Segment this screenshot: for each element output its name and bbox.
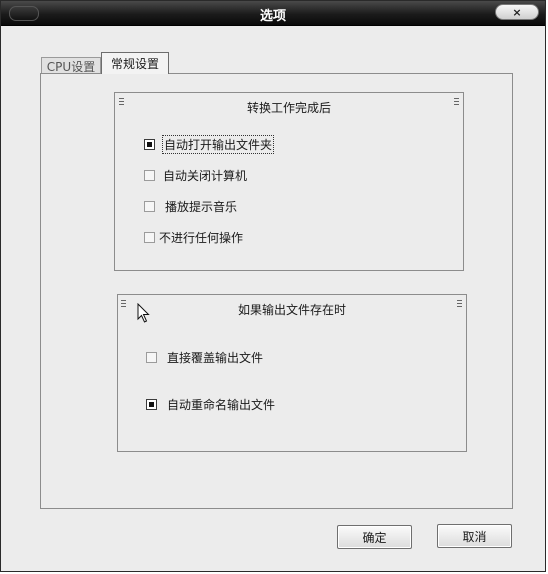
option-do-nothing[interactable]: 不进行任何操作 <box>144 229 243 246</box>
ok-button[interactable]: 确定 <box>337 525 412 549</box>
option-shutdown-computer[interactable]: 自动关闭计算机 <box>144 167 247 184</box>
ok-button-label: 确定 <box>362 530 387 545</box>
close-icon: × <box>512 5 522 19</box>
option-label: 自动重命名输出文件 <box>167 398 276 412</box>
tab-general-settings-label: 常规设置 <box>110 57 159 71</box>
group-title: 转换工作完成后 <box>246 101 331 115</box>
option-overwrite-output[interactable]: 直接覆盖输出文件 <box>146 349 263 366</box>
checkbox-open-output-folder[interactable] <box>144 139 155 150</box>
checkbox-do-nothing[interactable] <box>144 232 155 243</box>
close-button[interactable]: × <box>495 4 539 20</box>
group-title: 如果输出文件存在时 <box>237 303 346 317</box>
option-label: 不进行任何操作 <box>159 231 244 245</box>
option-label: 直接覆盖输出文件 <box>167 351 264 365</box>
group-file-exists: 如果输出文件存在时 直接覆盖输出文件 自动重命名输出文件 <box>117 294 467 452</box>
checkbox-play-sound[interactable] <box>144 201 155 212</box>
tab-general-settings[interactable]: 常规设置 <box>101 52 169 74</box>
option-open-output-folder[interactable]: 自动打开输出文件夹 <box>144 135 275 154</box>
tab-cpu-settings-label: CPU设置 <box>46 59 96 74</box>
options-dialog: 选项 × CPU设置 常规设置 转换工作完成后 自动打开输出文件夹 自动关闭计算… <box>0 0 546 572</box>
option-label: 自动打开输出文件夹 <box>161 135 275 154</box>
title-bar[interactable]: 选项 × <box>1 1 545 26</box>
checkbox-overwrite-output[interactable] <box>146 352 157 363</box>
checkbox-shutdown-computer[interactable] <box>144 170 155 181</box>
option-label: 自动关闭计算机 <box>163 169 248 183</box>
option-label: 播放提示音乐 <box>165 200 238 214</box>
group-after-convert: 转换工作完成后 自动打开输出文件夹 自动关闭计算机 播放提示音乐 不进行任何操作 <box>114 92 464 271</box>
checkbox-auto-rename-output[interactable] <box>146 399 157 410</box>
mouse-pointer-icon <box>137 303 150 323</box>
option-play-sound[interactable]: 播放提示音乐 <box>144 198 237 215</box>
option-auto-rename-output[interactable]: 自动重命名输出文件 <box>146 396 275 413</box>
tab-cpu-settings[interactable]: CPU设置 <box>41 57 101 74</box>
tab-panel-general: 转换工作完成后 自动打开输出文件夹 自动关闭计算机 播放提示音乐 不进行任何操作 <box>40 73 513 509</box>
cancel-button-label: 取消 <box>462 529 487 544</box>
cancel-button[interactable]: 取消 <box>437 524 512 548</box>
window-title: 选项 <box>259 9 286 24</box>
